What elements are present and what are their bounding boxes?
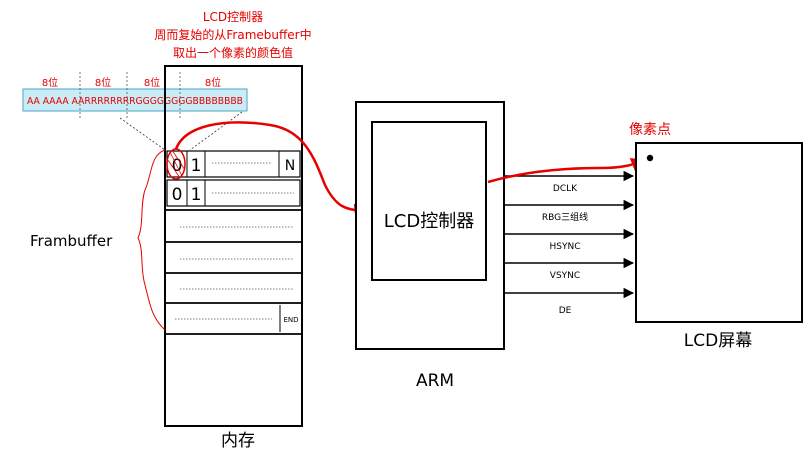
memory-block: 0 1 N 0 1 END	[164, 65, 303, 427]
pixel-label: 像素点	[629, 122, 671, 138]
annotation-line-2: 周而复始的从Framebuffer中	[154, 27, 311, 42]
bit-width-label: 8位	[205, 76, 221, 89]
arm-label: ARM	[416, 371, 454, 391]
memory-cell-0: 0	[172, 185, 183, 205]
annotation-line-3: 取出一个像素的颜色值	[173, 45, 293, 60]
lcd-screen-label: LCD屏幕	[684, 331, 752, 351]
zoom-line	[119, 117, 166, 151]
signal-label: DCLK	[553, 184, 578, 194]
signal-label: DE	[559, 306, 572, 316]
pixel-format-text: AA AAAA AARRRRRRRRGGGGGGGGBBBBBBBB	[27, 96, 243, 107]
memory-label: 内存	[221, 431, 255, 451]
memory-cell-1: 1	[191, 185, 202, 205]
pixel-dot	[646, 154, 654, 162]
memory-cell-1: 1	[191, 156, 202, 176]
end-marker: END	[283, 316, 298, 324]
framebuffer-brace	[137, 149, 166, 331]
arm-block: LCD控制器	[355, 101, 505, 350]
signal-lines: DCLK RBG三组线 HSYNC VSYNC DE	[504, 170, 635, 316]
bit-width-label: 8位	[42, 76, 58, 89]
pixel-output-arrow	[487, 158, 647, 184]
signal-label: HSYNC	[550, 242, 581, 252]
framebuffer-label: Frambuffer	[30, 232, 113, 250]
bit-width-label: 8位	[144, 76, 160, 89]
lcd-controller-box	[371, 121, 487, 281]
controller-annotation: LCD控制器 周而复始的从Framebuffer中 取出一个像素的颜色值	[154, 10, 311, 60]
bit-width-label: 8位	[95, 76, 111, 89]
signal-label: VSYNC	[550, 271, 580, 281]
lcd-controller-label: LCD控制器	[384, 211, 474, 232]
lcd-framebuffer-diagram: LCD控制器 周而复始的从Framebuffer中 取出一个像素的颜色值 8位 …	[22, 10, 803, 451]
zoom-line	[189, 111, 243, 151]
memory-cell-n: N	[285, 158, 295, 174]
lcd-screen	[635, 142, 803, 323]
annotation-line-1: LCD控制器	[203, 10, 263, 24]
bit-width-labels: 8位 8位 8位 8位	[42, 76, 221, 89]
signal-label: RBG三组线	[542, 211, 588, 223]
